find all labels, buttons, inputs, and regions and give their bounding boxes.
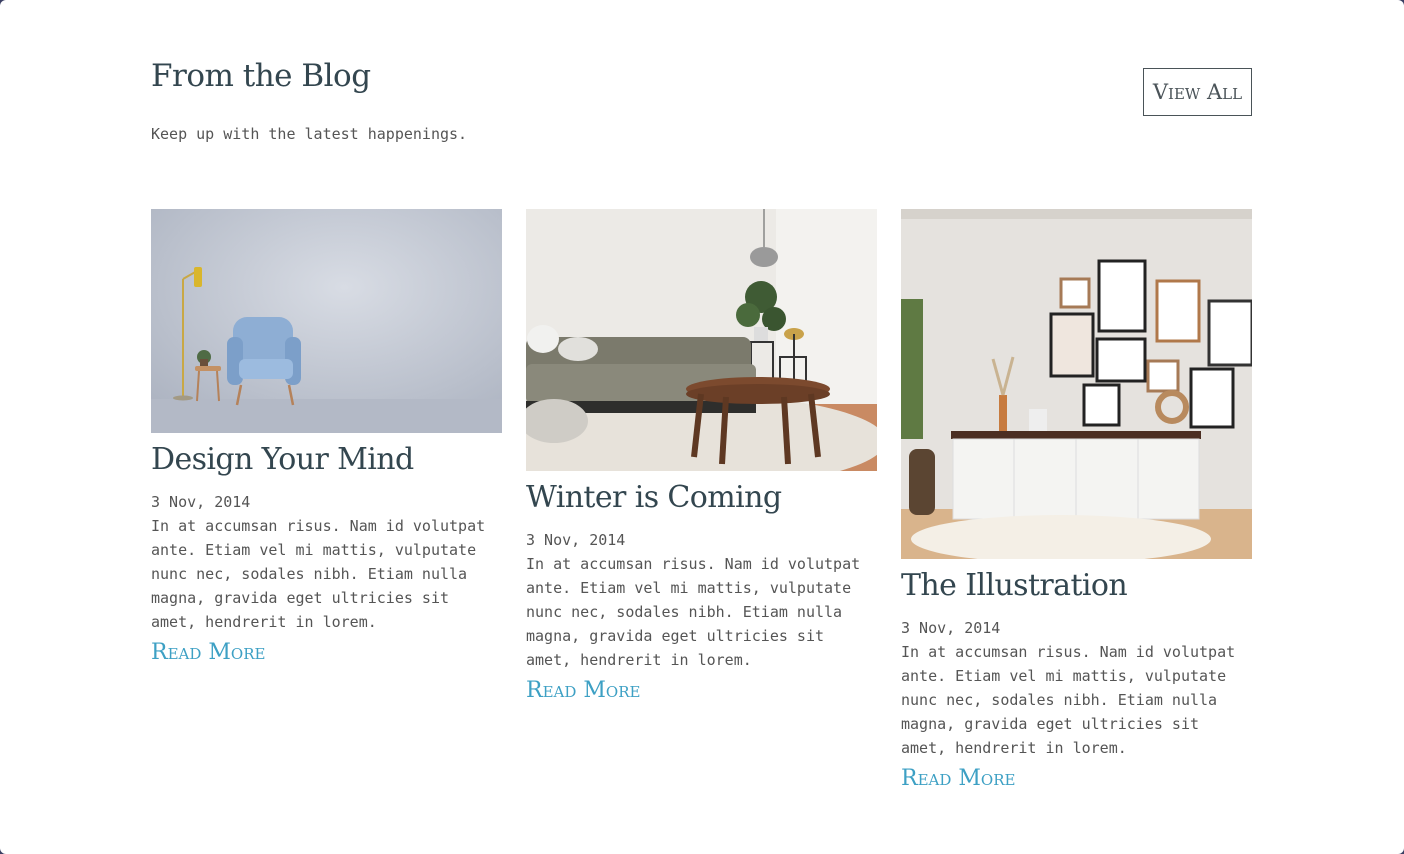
post-date: 3 Nov, 2014 bbox=[901, 619, 1001, 637]
section-title: From the Blog bbox=[151, 58, 371, 94]
blog-section: From the Blog Keep up with the latest ha… bbox=[0, 0, 1404, 854]
blog-card-winter-is-coming: Winter is Coming 3 Nov, 2014 In at accum… bbox=[526, 209, 877, 703]
living-room-sofa-photo[interactable] bbox=[526, 209, 877, 471]
post-title[interactable]: Winter is Coming bbox=[526, 480, 877, 516]
gallery-wall-sideboard-photo[interactable] bbox=[901, 209, 1252, 559]
post-excerpt: In at accumsan risus. Nam id volutpat an… bbox=[151, 517, 486, 631]
post-title[interactable]: Design Your Mind bbox=[151, 442, 502, 478]
post-excerpt: In at accumsan risus. Nam id volutpat an… bbox=[901, 643, 1236, 757]
post-title[interactable]: The Illustration bbox=[901, 568, 1252, 604]
post-excerpt: In at accumsan risus. Nam id volutpat an… bbox=[526, 555, 861, 669]
section-subtitle: Keep up with the latest happenings. bbox=[151, 125, 468, 143]
read-more-link[interactable]: Read More bbox=[901, 766, 1015, 791]
post-date: 3 Nov, 2014 bbox=[526, 531, 626, 549]
blog-card-the-illustration: The Illustration 3 Nov, 2014 In at accum… bbox=[901, 209, 1252, 791]
blog-card-design-your-mind: Design Your Mind 3 Nov, 2014 In at accum… bbox=[151, 209, 502, 665]
view-all-button[interactable]: View All bbox=[1143, 68, 1252, 116]
read-more-link[interactable]: Read More bbox=[526, 678, 640, 703]
read-more-link[interactable]: Read More bbox=[151, 640, 265, 665]
blue-armchair-photo[interactable] bbox=[151, 209, 502, 433]
post-date: 3 Nov, 2014 bbox=[151, 493, 251, 511]
